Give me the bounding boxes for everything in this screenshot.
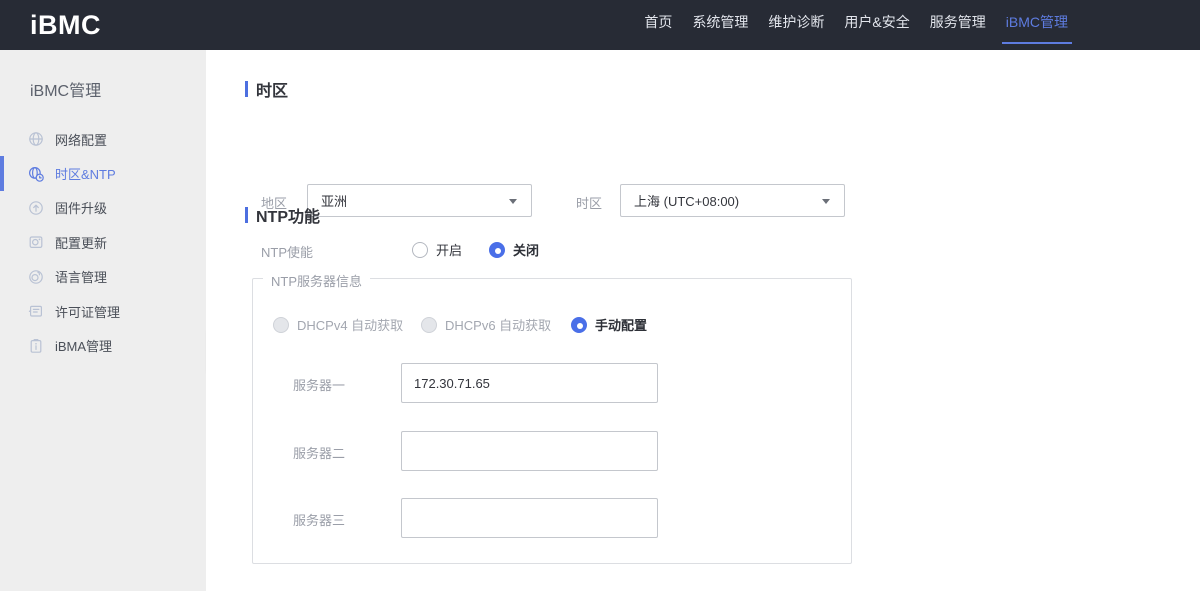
clipboard-icon: [28, 338, 44, 354]
main-content: 时区 地区 亚洲 时区 上海 (UTC+08:00) NTP功能 NTP使能 开…: [206, 50, 1200, 591]
upload-circle-icon: [28, 200, 44, 216]
region-select-value: 亚洲: [321, 194, 348, 209]
sidebar-item-label: 网络配置: [55, 132, 108, 148]
sidebar-item-label: 固件升级: [55, 201, 108, 217]
radio-ntp-off[interactable]: 关闭: [489, 240, 539, 259]
topbar: iBMC 首页 系统管理 维护诊断 用户&安全 服务管理 iBMC管理: [0, 0, 1200, 50]
sidebar-item-language-mgmt[interactable]: 语言管理: [0, 260, 206, 294]
ntp-enable-label: NTP使能: [261, 245, 314, 260]
nav-user-security[interactable]: 用户&安全: [842, 0, 911, 50]
section-accent-bar: [245, 81, 248, 97]
top-nav: 首页 系统管理 维护诊断 用户&安全 服务管理 iBMC管理: [642, 0, 1073, 50]
nav-system-mgmt[interactable]: 系统管理: [690, 0, 750, 50]
sidebar-item-label: iBMA管理: [55, 339, 113, 355]
server1-input[interactable]: [401, 363, 658, 403]
ntp-server-group: NTP服务器信息 DHCPv4 自动获取 DHCPv6 自动获取 手动配置 服务…: [252, 271, 852, 564]
sidebar-item-firmware-upgrade[interactable]: 固件升级: [0, 191, 206, 225]
timezone-section-title: 时区: [245, 77, 288, 101]
sidebar: iBMC管理 网络配置 时区&NTP 固件升级 配置更新 语言管理 许可证管理: [0, 50, 206, 591]
section-accent-bar: [245, 207, 248, 223]
sidebar-item-config-update[interactable]: 配置更新: [0, 225, 206, 259]
ntp-server-group-legend: NTP服务器信息: [263, 271, 371, 290]
radio-ntp-on[interactable]: 开启: [412, 240, 462, 259]
server3-label: 服务器三: [293, 513, 346, 528]
globe-icon: [28, 131, 44, 147]
sidebar-item-label: 时区&NTP: [55, 167, 116, 183]
sidebar-item-ibma-mgmt[interactable]: iBMA管理: [0, 328, 206, 362]
sidebar-item-label: 许可证管理: [55, 304, 121, 320]
server3-input[interactable]: [401, 498, 658, 538]
radio-disabled-icon: [273, 316, 289, 333]
ntp-section-title: NTP功能: [245, 203, 320, 227]
app-logo: iBMC: [30, 9, 101, 40]
sidebar-item-network-config[interactable]: 网络配置: [0, 122, 206, 156]
radio-dhcpv6-auto[interactable]: DHCPv6 自动获取: [421, 315, 551, 334]
server2-input[interactable]: [401, 431, 658, 471]
radio-checked-icon: [571, 316, 587, 333]
license-icon: [28, 303, 44, 319]
language-globe-icon: [28, 269, 44, 285]
nav-service-mgmt[interactable]: 服务管理: [928, 0, 988, 50]
nav-home[interactable]: 首页: [642, 0, 674, 50]
sidebar-item-timezone-ntp[interactable]: 时区&NTP: [0, 156, 206, 192]
timezone-label: 时区: [576, 196, 603, 211]
radio-manual-config[interactable]: 手动配置: [571, 315, 647, 334]
region-select[interactable]: 亚洲: [307, 184, 532, 217]
timezone-select[interactable]: 上海 (UTC+08:00): [620, 184, 845, 217]
sidebar-title: iBMC管理: [30, 83, 102, 100]
sidebar-item-label: 配置更新: [55, 235, 108, 251]
radio-dhcpv4-auto[interactable]: DHCPv4 自动获取: [273, 315, 403, 334]
nav-maintenance-diagnosis[interactable]: 维护诊断: [766, 0, 826, 50]
config-update-icon: [28, 234, 44, 250]
sidebar-menu: 网络配置 时区&NTP 固件升级 配置更新 语言管理 许可证管理 iBMA管理: [0, 122, 206, 363]
timezone-clock-icon: [28, 166, 44, 182]
radio-disabled-icon: [421, 316, 437, 333]
radio-checked-icon: [489, 241, 505, 258]
timezone-select-value: 上海 (UTC+08:00): [634, 194, 740, 209]
sidebar-item-license-mgmt[interactable]: 许可证管理: [0, 294, 206, 328]
sidebar-item-label: 语言管理: [55, 270, 108, 286]
nav-ibmc-mgmt[interactable]: iBMC管理: [1001, 0, 1073, 50]
radio-unchecked-icon: [412, 241, 428, 258]
server1-label: 服务器一: [293, 378, 346, 393]
server2-label: 服务器二: [293, 446, 346, 461]
